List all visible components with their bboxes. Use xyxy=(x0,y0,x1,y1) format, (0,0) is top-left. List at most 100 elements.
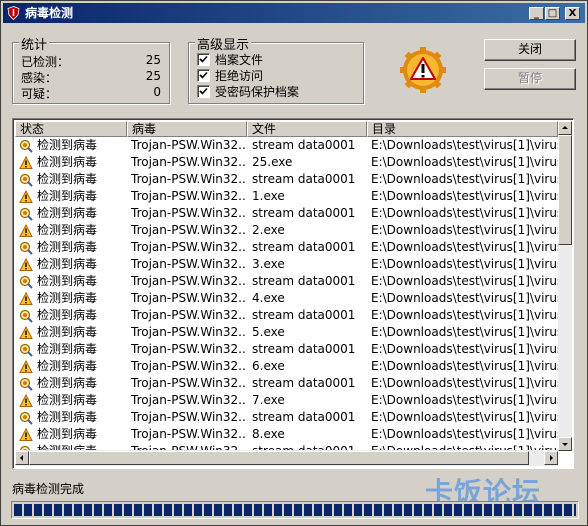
table-row[interactable]: 检测到病毒 Trojan-PSW.Win32.... stream data0001… xyxy=(15,341,558,358)
row-directory: E:\Downloads\test\virus[1]\virus\virus\ xyxy=(371,410,558,424)
table-row[interactable]: 检测到病毒 Trojan-PSW.Win32.... stream data0001… xyxy=(15,307,558,324)
minimize-button[interactable]: _ xyxy=(529,7,544,20)
vertical-scroll-thumb[interactable] xyxy=(558,135,572,245)
table-row[interactable]: 检测到病毒 Trojan-PSW.Win32.... 6.exe E:\Downloa… xyxy=(15,358,558,375)
title-bar[interactable]: 病毒检测 _ □ X xyxy=(3,3,585,23)
row-virus: Trojan-PSW.Win32.... xyxy=(131,393,245,407)
maximize-button[interactable]: □ xyxy=(545,7,560,20)
vertical-scrollbar[interactable] xyxy=(558,121,572,451)
warning-icon xyxy=(19,258,33,271)
scroll-up-button[interactable] xyxy=(558,121,572,135)
row-file: 25.exe xyxy=(252,155,293,169)
password-archive-label: 受密码保护档案 xyxy=(215,85,300,99)
table-row[interactable]: 检测到病毒 Trojan-PSW.Win32.... 7.exe E:\Downloa… xyxy=(15,392,558,409)
virus-search-icon xyxy=(19,173,33,187)
table-row[interactable]: 检测到病毒 Trojan-PSW.Win32.... 5.exe E:\Downloa… xyxy=(15,324,558,341)
table-row[interactable]: 检测到病毒 Trojan-PSW.Win32.... 2.exe E:\Downloa… xyxy=(15,222,558,239)
arrow-down-icon xyxy=(562,443,568,446)
row-virus: Trojan-PSW.Win32.... xyxy=(131,359,245,373)
table-row[interactable]: 检测到病毒 Trojan-PSW.Win32.... 3.exe E:\Downloa… xyxy=(15,256,558,273)
column-virus[interactable]: 病毒 xyxy=(127,121,247,137)
row-file: stream data0001 xyxy=(252,206,356,220)
access-denied-checkbox[interactable]: 拒绝访问 xyxy=(197,69,263,83)
row-virus: Trojan-PSW.Win32.... xyxy=(131,410,245,424)
scroll-left-button[interactable] xyxy=(15,451,29,465)
virus-search-icon xyxy=(19,207,33,221)
row-status: 检测到病毒 xyxy=(37,223,98,237)
table-row[interactable]: 检测到病毒 Trojan-PSW.Win32.... stream data0001… xyxy=(15,375,558,392)
close-window-button[interactable]: X xyxy=(565,7,580,20)
table-row[interactable]: 检测到病毒 Trojan-PSW.Win32.... 25.exe E:\Downlo… xyxy=(15,154,558,171)
row-virus: Trojan-PSW.Win32.... xyxy=(131,257,245,271)
archive-files-checkbox[interactable]: 档案文件 xyxy=(197,53,263,67)
row-directory: E:\Downloads\test\virus[1]\virus\virus\ xyxy=(371,240,558,254)
row-status: 检测到病毒 xyxy=(37,359,98,373)
pause-button[interactable]: 暂停 xyxy=(484,68,576,90)
progress-fill xyxy=(14,504,576,516)
virus-search-icon xyxy=(19,275,33,289)
table-row[interactable]: 检测到病毒 Trojan-PSW.Win32.... stream data0001… xyxy=(15,205,558,222)
row-file: 5.exe xyxy=(252,325,285,339)
checkbox-icon xyxy=(197,53,210,66)
row-file: 8.exe xyxy=(252,427,285,441)
table-row[interactable]: 检测到病毒 Trojan-PSW.Win32.... stream data0001… xyxy=(15,137,558,154)
table-row[interactable]: 检测到病毒 Trojan-PSW.Win32.... stream data0001… xyxy=(15,239,558,256)
scroll-right-button[interactable] xyxy=(544,451,558,465)
suspicious-label: 可疑： xyxy=(21,87,58,101)
row-status: 检测到病毒 xyxy=(37,257,98,271)
row-virus: Trojan-PSW.Win32.... xyxy=(131,172,245,186)
row-status: 检测到病毒 xyxy=(37,410,98,424)
table-row[interactable]: 检测到病毒 Trojan-PSW.Win32.... 4.exe E:\Downloa… xyxy=(15,290,558,307)
arrow-right-icon xyxy=(550,455,553,461)
row-file: stream data0001 xyxy=(252,443,364,450)
row-file: stream data0001 xyxy=(252,274,356,288)
row-directory: E:\Downloads\test\virus[1]\virus\virus\ xyxy=(371,206,558,220)
row-status: 检测到病毒 xyxy=(37,443,125,450)
warning-icon xyxy=(19,428,33,441)
row-file: stream data0001 xyxy=(252,342,356,356)
arrow-up-icon xyxy=(562,126,568,129)
row-directory: E:\Downloads\test\virus[1]\virus\virus\ xyxy=(371,342,558,356)
table-row[interactable]: 检测到病毒 Trojan-PSW.Win32.... stream data0001… xyxy=(15,409,558,426)
row-status: 检测到病毒 xyxy=(37,240,98,254)
row-status: 检测到病毒 xyxy=(37,155,98,169)
virus-search-icon xyxy=(19,241,33,255)
row-status: 检测到病毒 xyxy=(37,376,98,390)
table-row[interactable]: 检测到病毒 Trojan-PSW.Win32.... stream data0001… xyxy=(15,273,558,290)
close-button[interactable]: 关闭 xyxy=(484,39,576,61)
password-archive-checkbox[interactable]: 受密码保护档案 xyxy=(197,85,299,99)
row-directory: E:\Downloads\test\virus[1]\virus\virus\ xyxy=(371,189,558,203)
column-directory[interactable]: 目录 xyxy=(367,121,558,137)
column-status[interactable]: 状态 xyxy=(15,121,127,137)
warning-icon xyxy=(19,156,33,169)
infected-label: 感染： xyxy=(21,71,58,85)
virus-search-icon xyxy=(19,139,33,153)
column-file[interactable]: 文件 xyxy=(247,121,367,137)
scroll-down-button[interactable] xyxy=(558,437,572,451)
table-row[interactable]: 检测到病毒 Trojan-PSW.Win32.... stream data0001… xyxy=(15,443,558,450)
row-directory: E:\Downloads\test\virus[1]\virus\virus\ xyxy=(371,172,558,186)
virus-search-icon xyxy=(19,411,33,425)
row-directory: E:\Downloads\test\virus[1]\virus\virus\ xyxy=(371,291,558,305)
row-file: stream data0001 xyxy=(252,410,356,424)
row-virus: Trojan-PSW.Win32.... xyxy=(131,206,245,220)
table-row[interactable]: 检测到病毒 Trojan-PSW.Win32.... stream data0001… xyxy=(15,171,558,188)
row-file: 6.exe xyxy=(252,359,285,373)
row-directory: E:\Downloads\test\virus[1]\virus\virus\ xyxy=(371,325,558,339)
warning-gear-icon xyxy=(400,47,446,93)
scanned-count: 25 xyxy=(145,53,161,67)
horizontal-scrollbar[interactable] xyxy=(15,450,558,466)
horizontal-scroll-thumb[interactable] xyxy=(29,451,529,465)
row-virus: Trojan-PSW.Win32.... xyxy=(131,274,245,288)
row-file: 2.exe xyxy=(252,223,285,237)
row-virus: Trojan-PSW.Win32.... xyxy=(131,189,245,203)
row-virus: Trojan-PSW.Win32.... xyxy=(131,223,245,237)
table-row[interactable]: 检测到病毒 Trojan-PSW.Win32.... 8.exe E:\Downloa… xyxy=(15,426,558,443)
warning-icon xyxy=(19,292,33,305)
row-file: 4.exe xyxy=(252,291,285,305)
row-file: 3.exe xyxy=(252,257,285,271)
results-list[interactable]: 状态 病毒 文件 目录 检测到病毒 Trojan-PSW.Win32.... str… xyxy=(12,118,574,469)
row-status: 检测到病毒 xyxy=(37,172,98,186)
row-directory: E:\Downloads\test\virus[1]\virus\virus\ xyxy=(371,257,558,271)
table-row[interactable]: 检测到病毒 Trojan-PSW.Win32.... 1.exe E:\Downloa… xyxy=(15,188,558,205)
